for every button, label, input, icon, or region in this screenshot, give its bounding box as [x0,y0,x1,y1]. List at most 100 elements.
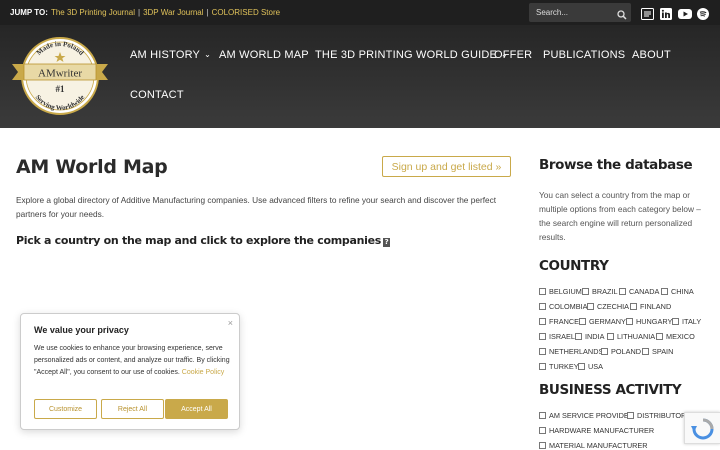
checkbox-box[interactable] [656,333,663,340]
checkbox-hardware-manufacturer[interactable]: HARDWARE MANUFACTURER [539,426,654,435]
checkbox-box[interactable] [661,288,668,295]
checkbox-box[interactable] [579,318,586,325]
cookie-text: We use cookies to enhance your browsing … [34,343,230,379]
country-heading: COUNTRY [539,258,609,274]
checkbox-box[interactable] [619,288,626,295]
checkbox-usa[interactable]: USA [578,362,603,371]
nav-am-history[interactable]: AM HISTORY ⌄ [130,49,211,61]
checkbox-hungary[interactable]: HUNGARY [626,317,672,326]
nav-label: CONTACT [130,89,184,101]
link-3dp-war-journal[interactable]: 3DP War Journal [143,8,203,17]
checkbox-turkey[interactable]: TURKEY [539,362,579,371]
nav-publications[interactable]: PUBLICATIONS [543,49,625,61]
checkbox-box[interactable] [539,303,546,310]
checkbox-box[interactable] [607,333,614,340]
checkbox-lithuania[interactable]: LITHUANIA [607,332,655,341]
jump-to-links: JUMP TO: The 3D Printing Journal | 3DP W… [10,8,280,17]
checkbox-china[interactable]: CHINA [661,287,694,296]
cookie-policy-link[interactable]: Cookie Policy [182,369,224,376]
checkbox-colombia[interactable]: COLOMBIA [539,302,588,311]
cookie-consent-dialog: We value your privacy × We use cookies t… [20,313,240,430]
accept-all-button[interactable]: Accept All [165,399,228,419]
checkbox-label: USA [588,362,604,371]
checkbox-box[interactable] [587,303,594,310]
checkbox-label: FRANCE [549,317,579,326]
cookie-title: We value your privacy [34,325,129,335]
checkbox-box[interactable] [539,363,546,370]
link-3d-printing-journal[interactable]: The 3D Printing Journal [51,8,135,17]
checkbox-box[interactable] [539,333,546,340]
chevron-down-icon: ⌄ [204,50,211,59]
checkbox-label: CHINA [671,287,694,296]
checkbox-mexico[interactable]: MEXICO [656,332,695,341]
checkbox-box[interactable] [601,348,608,355]
rss-icon[interactable] [641,7,654,25]
signup-label: Sign up and get listed [391,160,493,173]
checkbox-box[interactable] [539,412,546,419]
checkbox-france[interactable]: FRANCE [539,317,579,326]
checkbox-italy[interactable]: ITALY [672,317,701,326]
checkbox-box[interactable] [627,412,634,419]
checkbox-label: MATERIAL MANUFACTURER [549,441,648,450]
nav-offer[interactable]: OFFER [494,49,532,61]
checkbox-poland[interactable]: POLAND [601,347,641,356]
linkedin-icon[interactable] [660,7,672,25]
checkbox-israel[interactable]: ISRAEL [539,332,575,341]
recaptcha-icon [691,418,714,440]
checkbox-distributor[interactable]: DISTRIBUTOR [627,411,686,420]
checkbox-label: AM SERVICE PROVIDER [549,411,635,420]
amwriter-logo[interactable]: Made in Poland Serving Worldwide AMwrite… [10,34,110,118]
checkbox-box[interactable] [642,348,649,355]
customize-button[interactable]: Customize [34,399,97,419]
nav-about[interactable]: ABOUT [632,49,671,61]
checkbox-box[interactable] [582,288,589,295]
nav-3d-printing-world-guide[interactable]: THE 3D PRINTING WORLD GUIDE ⌄ [315,49,508,61]
checkbox-box[interactable] [539,288,546,295]
checkbox-czechia[interactable]: CZECHIA [587,302,629,311]
checkbox-box[interactable] [578,363,585,370]
youtube-icon[interactable] [678,7,692,25]
nav-am-world-map[interactable]: AM WORLD MAP [219,49,309,61]
checkbox-box[interactable] [672,318,679,325]
sidebar-title: Browse the database [539,157,693,173]
checkbox-label: BRAZIL [592,287,618,296]
help-icon[interactable]: ? [383,238,390,247]
close-icon[interactable]: × [228,318,233,328]
checkbox-box[interactable] [539,442,546,449]
site-header: Made in Poland Serving Worldwide AMwrite… [0,25,720,128]
checkbox-material-manufacturer[interactable]: MATERIAL MANUFACTURER [539,441,648,450]
checkbox-box[interactable] [539,348,546,355]
sidebar-description: You can select a country from the map or… [539,190,701,242]
nav-contact[interactable]: CONTACT [130,89,184,101]
checkbox-canada[interactable]: CANADA [619,287,659,296]
checkbox-netherlands[interactable]: NETHERLANDS [539,347,603,356]
checkbox-brazil[interactable]: BRAZIL [582,287,618,296]
checkbox-am-service-provider[interactable]: AM SERVICE PROVIDER [539,411,634,420]
reject-all-button[interactable]: Reject All [101,399,164,419]
checkbox-box[interactable] [626,318,633,325]
page-title: AM World Map [16,156,168,178]
nav-label: PUBLICATIONS [543,49,626,61]
checkbox-germany[interactable]: GERMANY [579,317,626,326]
checkbox-india[interactable]: INDIA [575,332,604,341]
recaptcha-badge[interactable] [684,412,720,444]
link-colorised-store[interactable]: COLORISED Store [212,8,280,17]
checkbox-box[interactable] [575,333,582,340]
checkbox-label: SPAIN [652,347,674,356]
spotify-icon[interactable] [697,7,709,25]
checkbox-box[interactable] [539,318,546,325]
svg-text:AMwriter: AMwriter [38,68,82,80]
checkbox-label: CZECHIA [597,302,630,311]
checkbox-box[interactable] [539,427,546,434]
checkbox-belgium[interactable]: BELGIUM [539,287,582,296]
checkbox-finland[interactable]: FINLAND [630,302,671,311]
checkbox-spain[interactable]: SPAIN [642,347,673,356]
search-icon[interactable] [617,7,627,25]
checkbox-label: TURKEY [549,362,579,371]
search-input[interactable] [529,8,614,17]
signup-button[interactable]: Sign up and get listed » [382,156,511,177]
business-activity-heading: BUSINESS ACTIVITY [539,382,682,398]
checkbox-box[interactable] [630,303,637,310]
checkbox-label: FINLAND [640,302,672,311]
checkbox-label: ISRAEL [549,332,575,341]
